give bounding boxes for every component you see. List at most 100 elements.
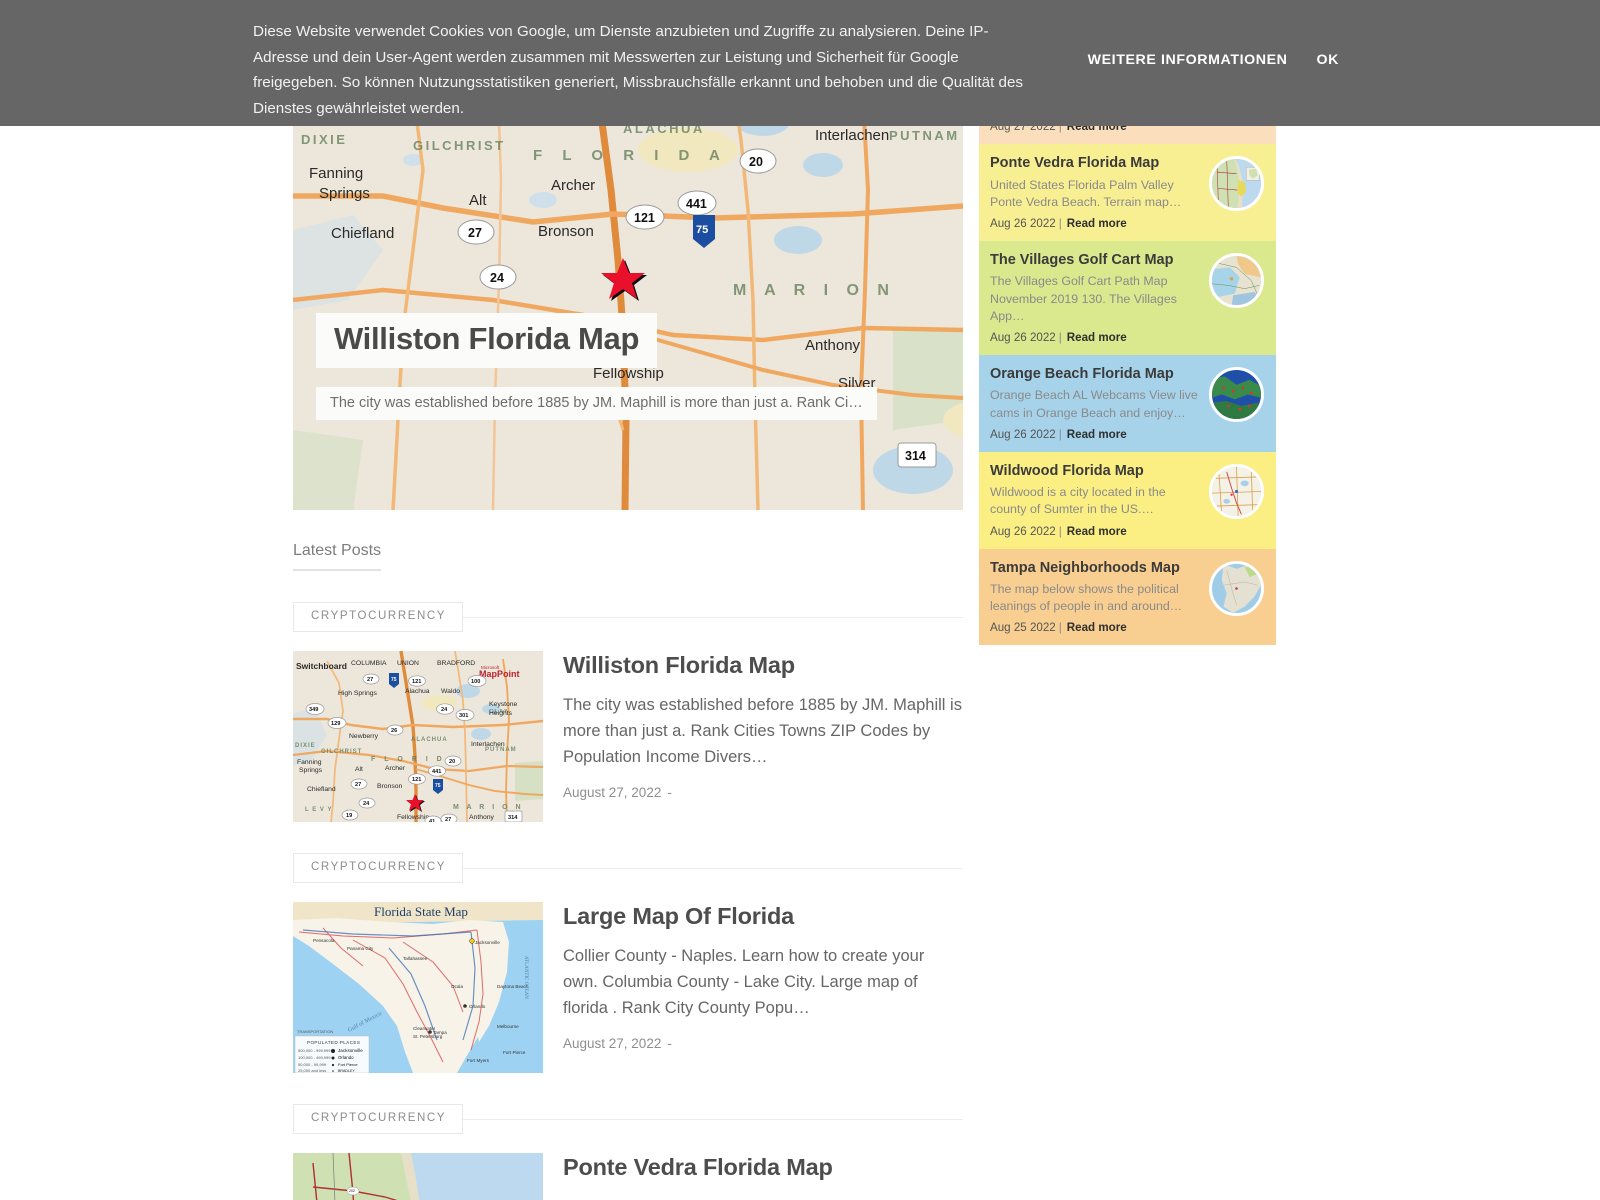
svg-text:441: 441 bbox=[432, 769, 441, 775]
category-tag[interactable]: CRYPTOCURRENCY bbox=[293, 602, 464, 632]
svg-text:Chiefland: Chiefland bbox=[331, 225, 394, 242]
hero-description: The city was established before 1885 by … bbox=[316, 387, 877, 420]
post-thumbnail[interactable]: Florida State Map Jacksonville Ocala Orl… bbox=[293, 902, 543, 1073]
post-title[interactable]: Williston Florida Map bbox=[563, 652, 963, 679]
svg-text:Interlachen: Interlachen bbox=[815, 127, 889, 144]
svg-text:Florida State Map: Florida State Map bbox=[374, 904, 468, 919]
svg-text:COLUMBIA: COLUMBIA bbox=[351, 660, 387, 667]
svg-text:UNION: UNION bbox=[397, 660, 419, 667]
post-text: Ponte Vedra Florida Map United States Fl… bbox=[563, 1153, 963, 1200]
sidebar-post-meta: Aug 26 2022 | Read more bbox=[990, 525, 1262, 538]
sidebar-post-date: Aug 26 2022 bbox=[990, 216, 1056, 230]
svg-text:Orlando: Orlando bbox=[338, 1055, 354, 1060]
svg-text:Archer: Archer bbox=[385, 765, 406, 772]
svg-text:Microsoft: Microsoft bbox=[481, 665, 500, 670]
sidebar-post-thumbnail[interactable] bbox=[1209, 366, 1264, 422]
svg-text:Orlando: Orlando bbox=[469, 1004, 486, 1009]
svg-text:F L O R I D A: F L O R I D A bbox=[533, 147, 728, 164]
svg-text:Archer: Archer bbox=[551, 177, 595, 194]
category-divider bbox=[463, 867, 963, 869]
svg-text:24: 24 bbox=[490, 271, 504, 285]
post-text: Large Map Of Florida Collier County - Na… bbox=[563, 902, 963, 1073]
svg-text:19: 19 bbox=[346, 813, 352, 819]
svg-text:ALACHUA: ALACHUA bbox=[411, 737, 448, 743]
svg-text:DIXIE: DIXIE bbox=[301, 132, 347, 147]
category-tag[interactable]: CRYPTOCURRENCY bbox=[293, 853, 464, 883]
sidebar-post-thumbnail[interactable] bbox=[1209, 155, 1264, 211]
more-info-button[interactable]: WEITERE INFORMATIONEN bbox=[1088, 52, 1288, 68]
sidebar-post-thumbnail[interactable] bbox=[1209, 252, 1264, 308]
svg-text:GILCHRIST: GILCHRIST bbox=[413, 138, 506, 153]
sidebar-post-thumbnail[interactable] bbox=[1209, 463, 1264, 519]
svg-text:500,000 - 999,999: 500,000 - 999,999 bbox=[298, 1048, 331, 1053]
post-meta-dash: - bbox=[667, 1035, 672, 1051]
post-list-item[interactable]: CRYPTOCURRENCY bbox=[293, 1104, 963, 1200]
svg-text:75: 75 bbox=[696, 224, 708, 236]
svg-text:Bronson: Bronson bbox=[377, 783, 403, 790]
svg-text:Bronson: Bronson bbox=[538, 223, 594, 240]
read-more-link[interactable]: Read more bbox=[1067, 621, 1127, 634]
cookie-consent-message: Diese Website verwendet Cookies von Goog… bbox=[253, 23, 1023, 117]
sidebar-post-item[interactable]: The Villages Golf Cart Map The Villages … bbox=[979, 240, 1276, 355]
svg-text:Jacksonville: Jacksonville bbox=[338, 1048, 363, 1053]
svg-text:Alachua: Alachua bbox=[405, 688, 430, 695]
sidebar-post-item[interactable]: Tampa Neighborhoods Map The map below sh… bbox=[979, 548, 1276, 646]
svg-text:Fanning: Fanning bbox=[309, 165, 363, 182]
post-title[interactable]: Large Map Of Florida bbox=[563, 903, 963, 930]
svg-text:Fellowship: Fellowship bbox=[593, 365, 664, 382]
svg-text:75: 75 bbox=[435, 783, 441, 789]
sidebar-post-date: Aug 26 2022 bbox=[990, 330, 1056, 344]
svg-text:Waldo: Waldo bbox=[441, 688, 460, 695]
post-list-item[interactable]: CRYPTOCURRENCY bbox=[293, 853, 963, 1073]
svg-text:Melbourne: Melbourne bbox=[497, 1024, 519, 1029]
svg-text:Chiefland: Chiefland bbox=[307, 786, 336, 793]
svg-text:M A R I O N: M A R I O N bbox=[453, 804, 524, 811]
sidebar-post-item[interactable]: Ponte Vedra Florida Map United States Fl… bbox=[979, 143, 1276, 241]
svg-text:Tallahassee: Tallahassee bbox=[403, 956, 428, 961]
post-title[interactable]: Ponte Vedra Florida Map bbox=[563, 1154, 963, 1181]
ok-button[interactable]: OK bbox=[1317, 52, 1339, 68]
svg-text:MapPoint: MapPoint bbox=[479, 669, 520, 679]
post-thumbnail[interactable]: DIXIE GILCHRIST CLAY PUTNAM ALACHUA L E … bbox=[293, 651, 543, 822]
svg-text:Pensacola: Pensacola bbox=[313, 938, 335, 943]
svg-text:20: 20 bbox=[749, 155, 763, 169]
sidebar-meta-separator: | bbox=[1058, 621, 1062, 635]
read-more-link[interactable]: Read more bbox=[1067, 525, 1127, 538]
post-list-item[interactable]: CRYPTOCURRENCY bbox=[293, 602, 963, 822]
sidebar-meta-separator: | bbox=[1058, 524, 1062, 538]
svg-text:Fort Myers: Fort Myers bbox=[467, 1058, 490, 1063]
svg-text:Fellowship: Fellowship bbox=[397, 814, 429, 821]
sidebar-post-item[interactable]: Orange Beach Florida Map Orange Beach AL… bbox=[979, 354, 1276, 452]
category-divider bbox=[463, 1118, 963, 1120]
post-thumbnail[interactable]: ST. AUGUSTINE PONTE VEDRA www.FloridasHi… bbox=[293, 1153, 543, 1200]
post-body: Florida State Map Jacksonville Ocala Orl… bbox=[293, 902, 963, 1073]
category-tag[interactable]: CRYPTOCURRENCY bbox=[293, 1104, 464, 1134]
post-category-row: CRYPTOCURRENCY bbox=[293, 602, 963, 632]
svg-text:Ocala: Ocala bbox=[451, 984, 463, 989]
post-body: ST. AUGUSTINE PONTE VEDRA www.FloridasHi… bbox=[293, 1153, 963, 1200]
cookie-consent-actions: WEITERE INFORMATIONEN OK bbox=[1088, 52, 1339, 68]
sidebar-post-date: Aug 25 2022 bbox=[990, 621, 1056, 635]
read-more-link[interactable]: Read more bbox=[1067, 331, 1127, 344]
sidebar-post-thumbnail[interactable] bbox=[1209, 560, 1264, 616]
svg-text:441: 441 bbox=[686, 197, 707, 211]
sidebar-post-item[interactable]: Wildwood Florida Map Wildwood is a city … bbox=[979, 451, 1276, 549]
svg-text:25,000 and less: 25,000 and less bbox=[298, 1068, 326, 1073]
read-more-link[interactable]: Read more bbox=[1067, 428, 1127, 441]
svg-text:Alt: Alt bbox=[355, 766, 363, 773]
read-more-link[interactable]: Read more bbox=[1067, 217, 1127, 230]
svg-text:121: 121 bbox=[634, 211, 655, 225]
svg-text:129: 129 bbox=[331, 721, 340, 727]
svg-text:41: 41 bbox=[429, 819, 435, 822]
svg-text:Heights: Heights bbox=[489, 710, 513, 717]
svg-text:High Springs: High Springs bbox=[338, 690, 378, 697]
hero-title[interactable]: Williston Florida Map bbox=[316, 313, 658, 368]
post-text: Williston Florida Map The city was estab… bbox=[563, 651, 963, 822]
svg-text:ATLANTIC OCEAN: ATLANTIC OCEAN bbox=[523, 956, 528, 999]
svg-text:Alt: Alt bbox=[469, 192, 487, 209]
post-body: DIXIE GILCHRIST CLAY PUTNAM ALACHUA L E … bbox=[293, 651, 963, 822]
cookie-consent-banner: Diese Website verwendet Cookies von Goog… bbox=[0, 0, 1600, 126]
post-excerpt: United States Florida Palm Valley Ponte … bbox=[563, 1195, 963, 1200]
post-meta: August 27, 2022- bbox=[563, 1036, 963, 1051]
post-meta-dash: - bbox=[667, 784, 672, 800]
